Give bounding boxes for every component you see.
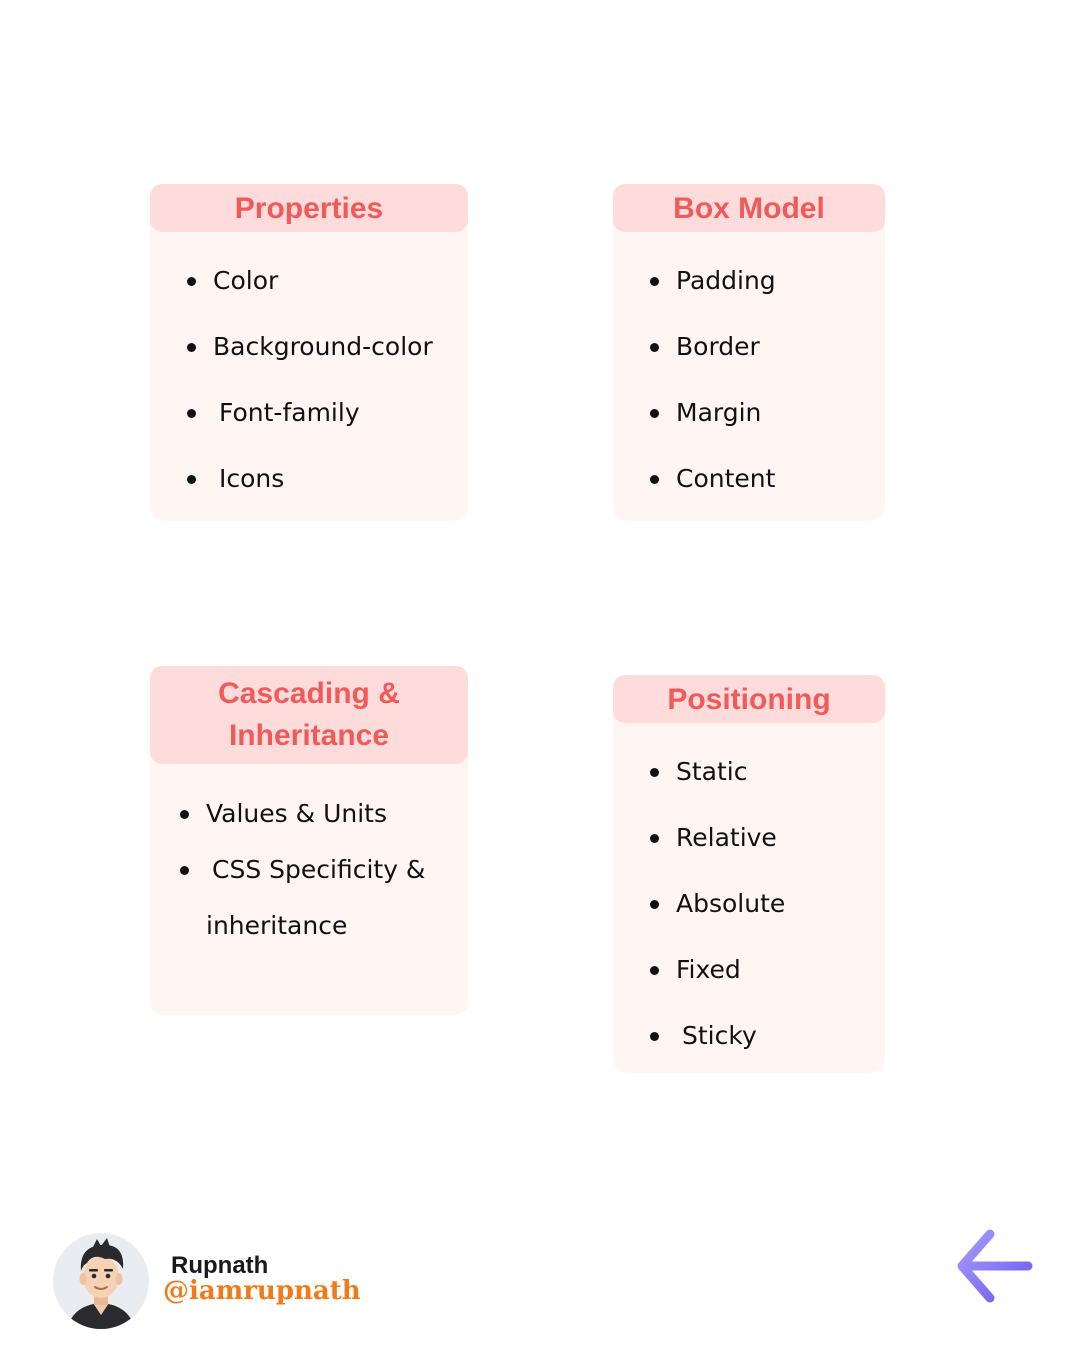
avatar-icon <box>67 1238 135 1329</box>
list-item: Sticky <box>613 1003 885 1069</box>
bullet-icon <box>650 900 659 909</box>
list-item: Color <box>150 248 468 314</box>
positioning-card: Positioning Static Relative Absolute Fix… <box>613 675 885 1073</box>
cascading-title-line-1: Cascading & <box>218 677 400 710</box>
list-item-continuation: inheritance <box>206 911 348 940</box>
bullet-icon <box>650 409 659 418</box>
list-item: Content <box>613 446 885 512</box>
bullet-icon <box>650 966 659 975</box>
list-item: Fixed <box>613 937 885 1003</box>
cascading-title-line-2: Inheritance <box>228 719 390 752</box>
positioning-card-title: Positioning <box>613 675 885 723</box>
properties-card-title: Properties <box>150 184 468 232</box>
cascading-card-title: Cascading & Inheritance <box>150 666 468 764</box>
bullet-icon <box>650 343 659 352</box>
bullet-icon <box>650 277 659 286</box>
bullet-icon <box>187 343 196 352</box>
bullet-icon <box>650 768 659 777</box>
list-item: Padding <box>613 248 885 314</box>
list-item: Values & Units <box>150 786 468 842</box>
list-item: Font-family <box>150 380 468 446</box>
bullet-icon <box>650 834 659 843</box>
list-item: Absolute <box>613 871 885 937</box>
list-item: Icons <box>150 446 468 512</box>
bullet-icon <box>180 866 189 875</box>
list-item: Relative <box>613 805 885 871</box>
list-item: Border <box>613 314 885 380</box>
list-item: CSS Specificity & <box>150 842 468 898</box>
list-item: Static <box>613 739 885 805</box>
arrow-left-icon[interactable] <box>950 1222 1040 1312</box>
avatar <box>53 1233 149 1329</box>
box-model-list: Padding Border Margin Content <box>613 248 885 512</box>
author-handle[interactable]: @iamrupnath <box>163 1276 361 1306</box>
positioning-list: Static Relative Absolute Fixed Sticky <box>613 739 885 1069</box>
properties-card: Properties Color Background-color Font-f… <box>150 184 468 521</box>
bullet-icon <box>650 475 659 484</box>
list-item: Margin <box>613 380 885 446</box>
bullet-icon <box>187 277 196 286</box>
list-item: Background-color <box>150 314 468 380</box>
box-model-card: Box Model Padding Border Margin Content <box>613 184 885 521</box>
bullet-icon <box>187 475 196 484</box>
bullet-icon <box>180 810 189 819</box>
properties-list: Color Background-color Font-family Icons <box>150 248 468 512</box>
bullet-icon <box>187 409 196 418</box>
cascading-card: Cascading & Inheritance Values & Units C… <box>150 666 468 1015</box>
bullet-icon <box>650 1032 659 1041</box>
cascading-list: Values & Units CSS Specificity & inherit… <box>150 786 468 954</box>
box-model-card-title: Box Model <box>613 184 885 232</box>
